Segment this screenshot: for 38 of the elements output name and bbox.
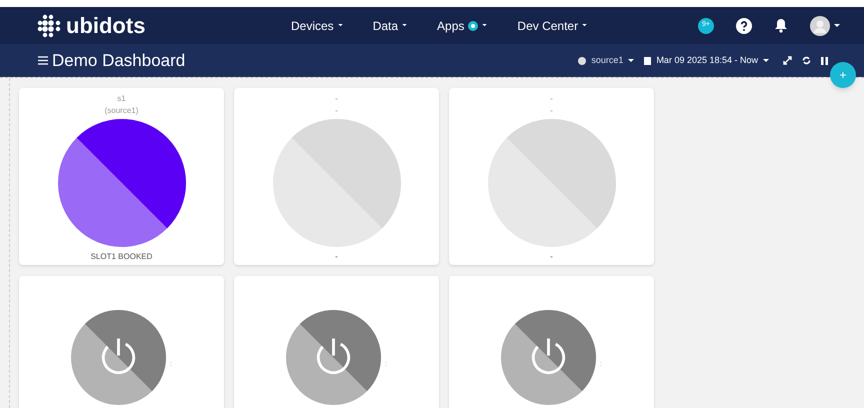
bell-icon[interactable] (774, 18, 788, 33)
caret-icon (628, 58, 634, 62)
widget-title: s1 (117, 93, 126, 105)
caret-icon (763, 58, 769, 62)
power-switch[interactable] (286, 310, 382, 405)
widget-subtitle: - (550, 105, 553, 117)
logo-icon (36, 14, 62, 38)
caret-icon (338, 24, 343, 27)
caret-icon (834, 24, 840, 28)
widget-title: - (335, 93, 338, 105)
caret-icon (582, 24, 588, 27)
widget-label: - (335, 251, 338, 263)
nav-menu-item[interactable]: Data (372, 16, 408, 34)
logo-text: ubidots (66, 14, 146, 36)
device-selector[interactable]: source1 (578, 54, 634, 68)
power-switch[interactable] (501, 310, 596, 405)
nav-menu-item[interactable]: Devices (291, 16, 343, 34)
help-icon[interactable] (736, 18, 752, 34)
dashboard-title: Demo Dashboard (52, 50, 186, 72)
widget-label: SLOT1 BOOKED (90, 251, 152, 263)
avatar-menu[interactable] (810, 16, 840, 36)
expand-icon[interactable] (783, 56, 792, 65)
caret-icon (482, 24, 488, 27)
date-range-selector[interactable]: Mar 09 2025 18:54 - Now (644, 54, 769, 68)
power-switch[interactable] (71, 310, 166, 405)
widget-label: - (550, 251, 553, 263)
device-icon (578, 56, 586, 64)
widget-subtitle: (source1) (104, 105, 138, 117)
calendar-icon (644, 56, 652, 65)
widget-title: - (550, 93, 553, 105)
pause-icon[interactable] (821, 56, 828, 64)
refresh-icon[interactable] (802, 56, 811, 65)
avatar-icon (810, 16, 830, 36)
nav-menu-item[interactable]: Dev Center (517, 16, 588, 34)
widget-subtitle: - (335, 105, 338, 117)
nav-menu-item[interactable]: Apps (437, 16, 488, 34)
caret-icon (402, 24, 408, 27)
menu-icon[interactable] (38, 56, 48, 65)
